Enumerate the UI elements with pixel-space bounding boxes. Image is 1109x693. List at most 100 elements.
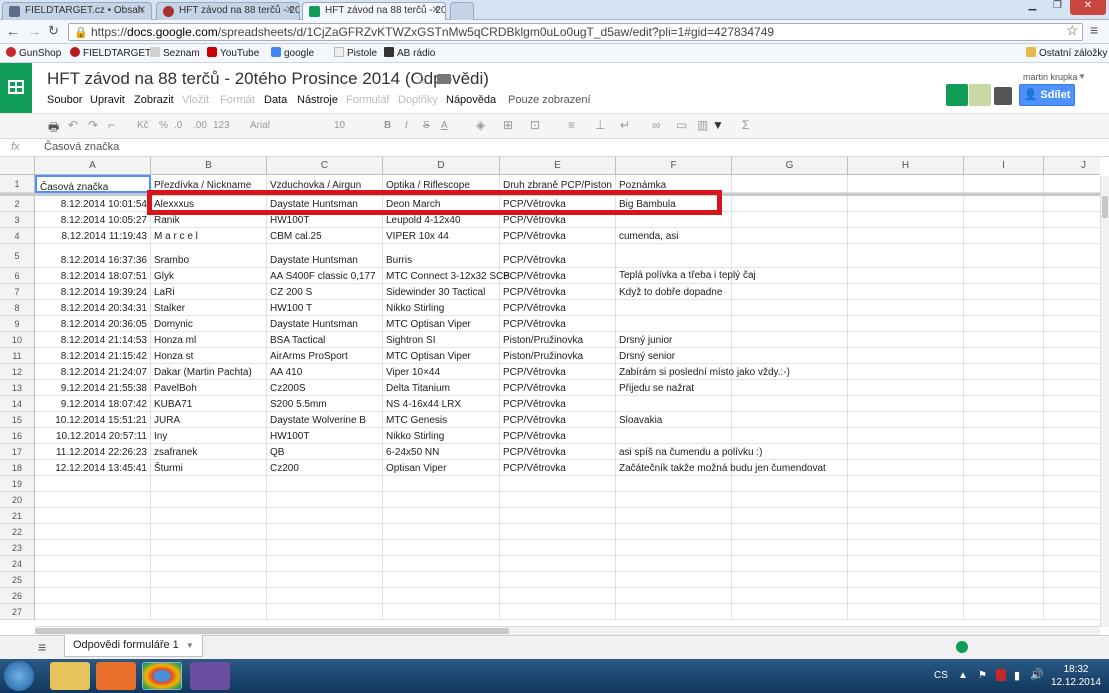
functions-icon[interactable]: Σ	[742, 118, 749, 132]
data-cell[interactable]: 8.12.2014 21:14:53	[35, 332, 151, 348]
data-cell[interactable]: Sidewinder 30 Tactical	[383, 284, 500, 300]
data-cell[interactable]: Ranik	[151, 212, 267, 228]
data-cell[interactable]	[964, 380, 1044, 396]
data-cell[interactable]	[1044, 428, 1100, 444]
data-cell[interactable]	[964, 300, 1044, 316]
data-cell[interactable]	[964, 604, 1044, 620]
row-header[interactable]: 9	[0, 316, 35, 332]
data-cell[interactable]	[267, 556, 383, 572]
data-cell[interactable]	[732, 364, 848, 380]
data-cell[interactable]	[1044, 284, 1100, 300]
data-cell[interactable]: 11.12.2014 22:26:23	[35, 444, 151, 460]
data-cell[interactable]: Přijedu se nažrat	[616, 380, 732, 396]
sheets-logo-icon[interactable]	[0, 63, 32, 113]
data-cell[interactable]	[848, 380, 964, 396]
row-header[interactable]: 25	[0, 572, 35, 588]
back-icon[interactable]: ←	[6, 23, 20, 39]
fill-color-icon[interactable]: ◈	[476, 118, 485, 132]
menu-napoveda[interactable]: Nápověda	[446, 94, 496, 106]
data-cell[interactable]: Cz200	[267, 460, 383, 476]
data-cell[interactable]	[1044, 348, 1100, 364]
data-cell[interactable]: Nikko Stirling	[383, 300, 500, 316]
bold-button[interactable]: B	[384, 120, 391, 131]
row-header[interactable]: 16	[0, 428, 35, 444]
data-cell[interactable]: zsafranek	[151, 444, 267, 460]
data-cell[interactable]	[848, 604, 964, 620]
data-cell[interactable]: 8.12.2014 11:19:43	[35, 228, 151, 244]
data-cell[interactable]	[732, 412, 848, 428]
data-cell[interactable]: Daystate Wolverine B	[267, 412, 383, 428]
data-cell[interactable]: MTC Optisan Viper	[383, 348, 500, 364]
merge-icon[interactable]: ⊡	[530, 118, 540, 132]
data-cell[interactable]	[964, 348, 1044, 364]
data-cell[interactable]: 8.12.2014 21:24:07	[35, 364, 151, 380]
data-cell[interactable]: PCP/Větrovka	[500, 460, 616, 476]
data-cell[interactable]: 8.12.2014 10:01:54	[35, 196, 151, 212]
data-cell[interactable]	[35, 556, 151, 572]
row-header[interactable]: 13	[0, 380, 35, 396]
menu-formular[interactable]: Formulář	[346, 94, 390, 106]
row-header[interactable]: 19	[0, 476, 35, 492]
data-cell[interactable]: Dakar (Martin Pachta)	[151, 364, 267, 380]
data-cell[interactable]	[732, 444, 848, 460]
star-icon[interactable]: ☆	[414, 69, 428, 89]
data-cell[interactable]	[732, 524, 848, 540]
data-cell[interactable]	[964, 572, 1044, 588]
close-icon[interactable]: ✕	[286, 5, 294, 16]
data-cell[interactable]: Delta Titanium	[383, 380, 500, 396]
column-header-e[interactable]: E	[500, 157, 616, 175]
data-cell[interactable]	[500, 476, 616, 492]
data-cell[interactable]	[732, 428, 848, 444]
italic-button[interactable]: I	[405, 120, 408, 131]
data-cell[interactable]	[732, 540, 848, 556]
column-header-i[interactable]: I	[964, 157, 1044, 175]
data-cell[interactable]	[848, 364, 964, 380]
system-clock[interactable]: 18:32 12.12.2014	[1051, 663, 1101, 689]
data-cell[interactable]: S200 5.5mm	[267, 396, 383, 412]
increase-decimal-button[interactable]: .00	[193, 120, 207, 131]
data-cell[interactable]: 8.12.2014 20:34:31	[35, 300, 151, 316]
row-header[interactable]: 15	[0, 412, 35, 428]
data-cell[interactable]: PCP/Větrovka	[500, 316, 616, 332]
data-cell[interactable]	[732, 492, 848, 508]
column-header-j[interactable]: J	[1044, 157, 1100, 175]
valign-icon[interactable]: ⊥	[595, 118, 605, 132]
data-cell[interactable]	[383, 572, 500, 588]
filter-icon[interactable]: ▼	[712, 118, 724, 132]
data-cell[interactable]	[616, 556, 732, 572]
data-cell[interactable]: Šturmi	[151, 460, 267, 476]
data-cell[interactable]: Srambo	[151, 244, 267, 268]
data-cell[interactable]	[964, 244, 1044, 268]
close-window-icon[interactable]: ✕	[1070, 0, 1106, 15]
column-header-h[interactable]: H	[848, 157, 964, 175]
data-cell[interactable]: AA S400F classic 0,177	[267, 268, 383, 284]
data-cell[interactable]	[964, 284, 1044, 300]
antivirus-icon[interactable]	[996, 669, 1006, 681]
data-cell[interactable]	[35, 524, 151, 540]
data-cell[interactable]	[732, 332, 848, 348]
data-cell[interactable]	[964, 492, 1044, 508]
data-cell[interactable]: 10.12.2014 20:57:11	[35, 428, 151, 444]
data-cell[interactable]	[1044, 588, 1100, 604]
data-cell[interactable]	[732, 476, 848, 492]
data-cell[interactable]	[383, 524, 500, 540]
data-cell[interactable]	[616, 316, 732, 332]
data-cell[interactable]: 8.12.2014 18:07:51	[35, 268, 151, 284]
data-cell[interactable]: PCP/Větrovka	[500, 396, 616, 412]
data-cell[interactable]	[848, 244, 964, 268]
data-cell[interactable]: Sightron SI	[383, 332, 500, 348]
data-cell[interactable]: JURA	[151, 412, 267, 428]
data-cell[interactable]	[151, 508, 267, 524]
bookmark-fieldtarget[interactable]: FIELDTARGET	[70, 47, 151, 59]
data-cell[interactable]	[151, 572, 267, 588]
data-cell[interactable]	[732, 604, 848, 620]
data-cell[interactable]: Zabírám si poslední místo jako vždy.:-)	[616, 364, 790, 380]
data-cell[interactable]	[848, 212, 964, 228]
data-cell[interactable]	[732, 212, 848, 228]
data-cell[interactable]	[500, 508, 616, 524]
data-cell[interactable]	[848, 588, 964, 604]
row-header[interactable]: 2	[0, 196, 35, 212]
data-cell[interactable]: MTC Optisan Viper	[383, 316, 500, 332]
media-player-icon[interactable]	[96, 662, 136, 690]
data-cell[interactable]	[848, 228, 964, 244]
